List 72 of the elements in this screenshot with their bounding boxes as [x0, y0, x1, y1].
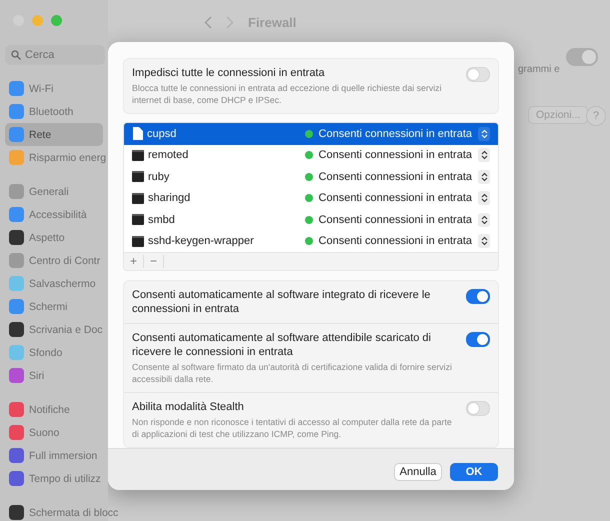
status-popup[interactable]: Consenti connessioni in entrata — [318, 192, 472, 204]
sidebar-item[interactable]: Salvaschermo — [5, 272, 103, 295]
sidebar-item[interactable]: Generali — [5, 180, 103, 203]
sidebar-item[interactable]: Siri — [5, 364, 103, 387]
sidebar-item[interactable]: Schermi — [5, 295, 103, 318]
stepper-icon[interactable] — [478, 212, 490, 227]
stepper-icon[interactable] — [478, 234, 490, 248]
status-dot — [304, 130, 313, 138]
status-popup[interactable]: Consenti connessioni in entrata — [318, 235, 472, 248]
terminal-icon — [132, 192, 144, 204]
sidebar-item[interactable]: Wi-Fi — [5, 77, 103, 100]
toggle-switch[interactable] — [466, 289, 490, 304]
sidebar-item[interactable]: Sfondo — [5, 341, 103, 364]
add-button[interactable]: + — [124, 255, 144, 268]
sidebar-item[interactable]: Risparmio energ — [5, 146, 108, 169]
terminal-icon — [132, 171, 144, 182]
app-row[interactable]: sharingd Consenti connessioni in entrata — [124, 188, 498, 209]
document-icon — [132, 127, 143, 140]
terminal-icon — [132, 150, 144, 161]
app-name: ruby — [148, 170, 170, 183]
app-name: sharingd — [148, 192, 190, 204]
status-dot — [304, 216, 313, 224]
status-dot — [304, 151, 313, 160]
app-name: cupsd — [147, 128, 176, 140]
setting-title: Consenti automaticamente al software attendibile scaricato di ricevere le connessioni in entrata — [132, 331, 432, 359]
app-row[interactable]: sshd-keygen-wrapper Consenti connessioni in entrata — [124, 230, 498, 252]
terminal-icon — [132, 214, 144, 226]
status-popup[interactable]: Consenti connessioni in entrata — [318, 128, 472, 140]
stepper-icon[interactable] — [478, 191, 490, 206]
sidebar-item[interactable]: Suono — [5, 421, 103, 444]
stepper-icon[interactable] — [478, 126, 490, 141]
toggle-switch[interactable] — [466, 332, 490, 347]
sidebar-item[interactable]: Centro di Contr — [5, 249, 103, 272]
setting-title: Impedisci tutte le connessioni in entrata — [132, 66, 326, 80]
sidebar-item[interactable]: Scrivania e Doc — [5, 318, 105, 341]
setting-title: Consenti automaticamente al software integrato di ricevere le connessioni in entrata — [132, 288, 432, 316]
stepper-icon[interactable] — [478, 148, 490, 162]
search-field[interactable]: Cerca — [5, 45, 105, 65]
sidebar-item[interactable]: Bluetooth — [5, 100, 103, 123]
status-dot — [304, 194, 313, 202]
sidebar-item[interactable]: Aspetto — [5, 226, 103, 249]
app-row[interactable]: smbd Consenti connessioni in entrata — [124, 209, 498, 230]
sidebar-item[interactable]: Full immersion — [5, 444, 103, 467]
status-popup[interactable]: Consenti connessioni in entrata — [318, 214, 472, 226]
app-row[interactable]: ruby Consenti connessioni in entrata — [124, 166, 498, 188]
app-name: smbd — [148, 214, 175, 226]
ok-button[interactable]: OK — [450, 463, 498, 481]
setting-description: Blocca tutte le connessioni in entrata ad eccezione di quelle richieste dai servizi internet di base, come DHCP e IPSec. — [132, 82, 443, 106]
setting-description: Non risponde e non riconosce i tentativi di accesso al computer dalla rete da parte di applicazioni di test che utilizzano ICMP, come Ping. — [132, 416, 453, 440]
status-popup[interactable]: Consenti connessioni in entrata — [318, 170, 472, 183]
app-name: remoted — [148, 149, 188, 162]
sidebar-item[interactable]: Schermata di blocc — [5, 501, 120, 521]
terminal-icon — [132, 236, 144, 247]
setting-text: grammi e — [518, 64, 560, 75]
status-dot — [304, 172, 313, 181]
help-button[interactable]: ? — [586, 106, 606, 126]
toggle-switch[interactable] — [566, 48, 598, 66]
status-dot — [304, 237, 313, 246]
stepper-icon[interactable] — [478, 170, 490, 184]
app-row[interactable]: cupsd Consenti connessioni in entrata — [124, 123, 498, 144]
sidebar-item[interactable]: Rete — [5, 123, 103, 146]
setting-title: Abilita modalità Stealth — [132, 400, 245, 414]
sidebar-item[interactable]: Notifiche — [5, 398, 103, 421]
search-icon — [11, 50, 21, 60]
remove-button[interactable]: − — [144, 255, 164, 268]
sidebar-item[interactable]: Tempo di utilizz — [5, 467, 103, 490]
cancel-button[interactable]: Annulla — [394, 463, 442, 481]
app-row[interactable]: remoted Consenti connessioni in entrata — [124, 144, 498, 166]
status-popup[interactable]: Consenti connessioni in entrata — [318, 149, 472, 162]
sidebar-item[interactable]: Accessibilità — [5, 203, 103, 226]
setting-description: Consente al software firmato da un'autorità di certificazione valida di fornire servizi accessibili dalla rete. — [132, 361, 453, 385]
app-name: sshd-keygen-wrapper — [148, 235, 254, 248]
